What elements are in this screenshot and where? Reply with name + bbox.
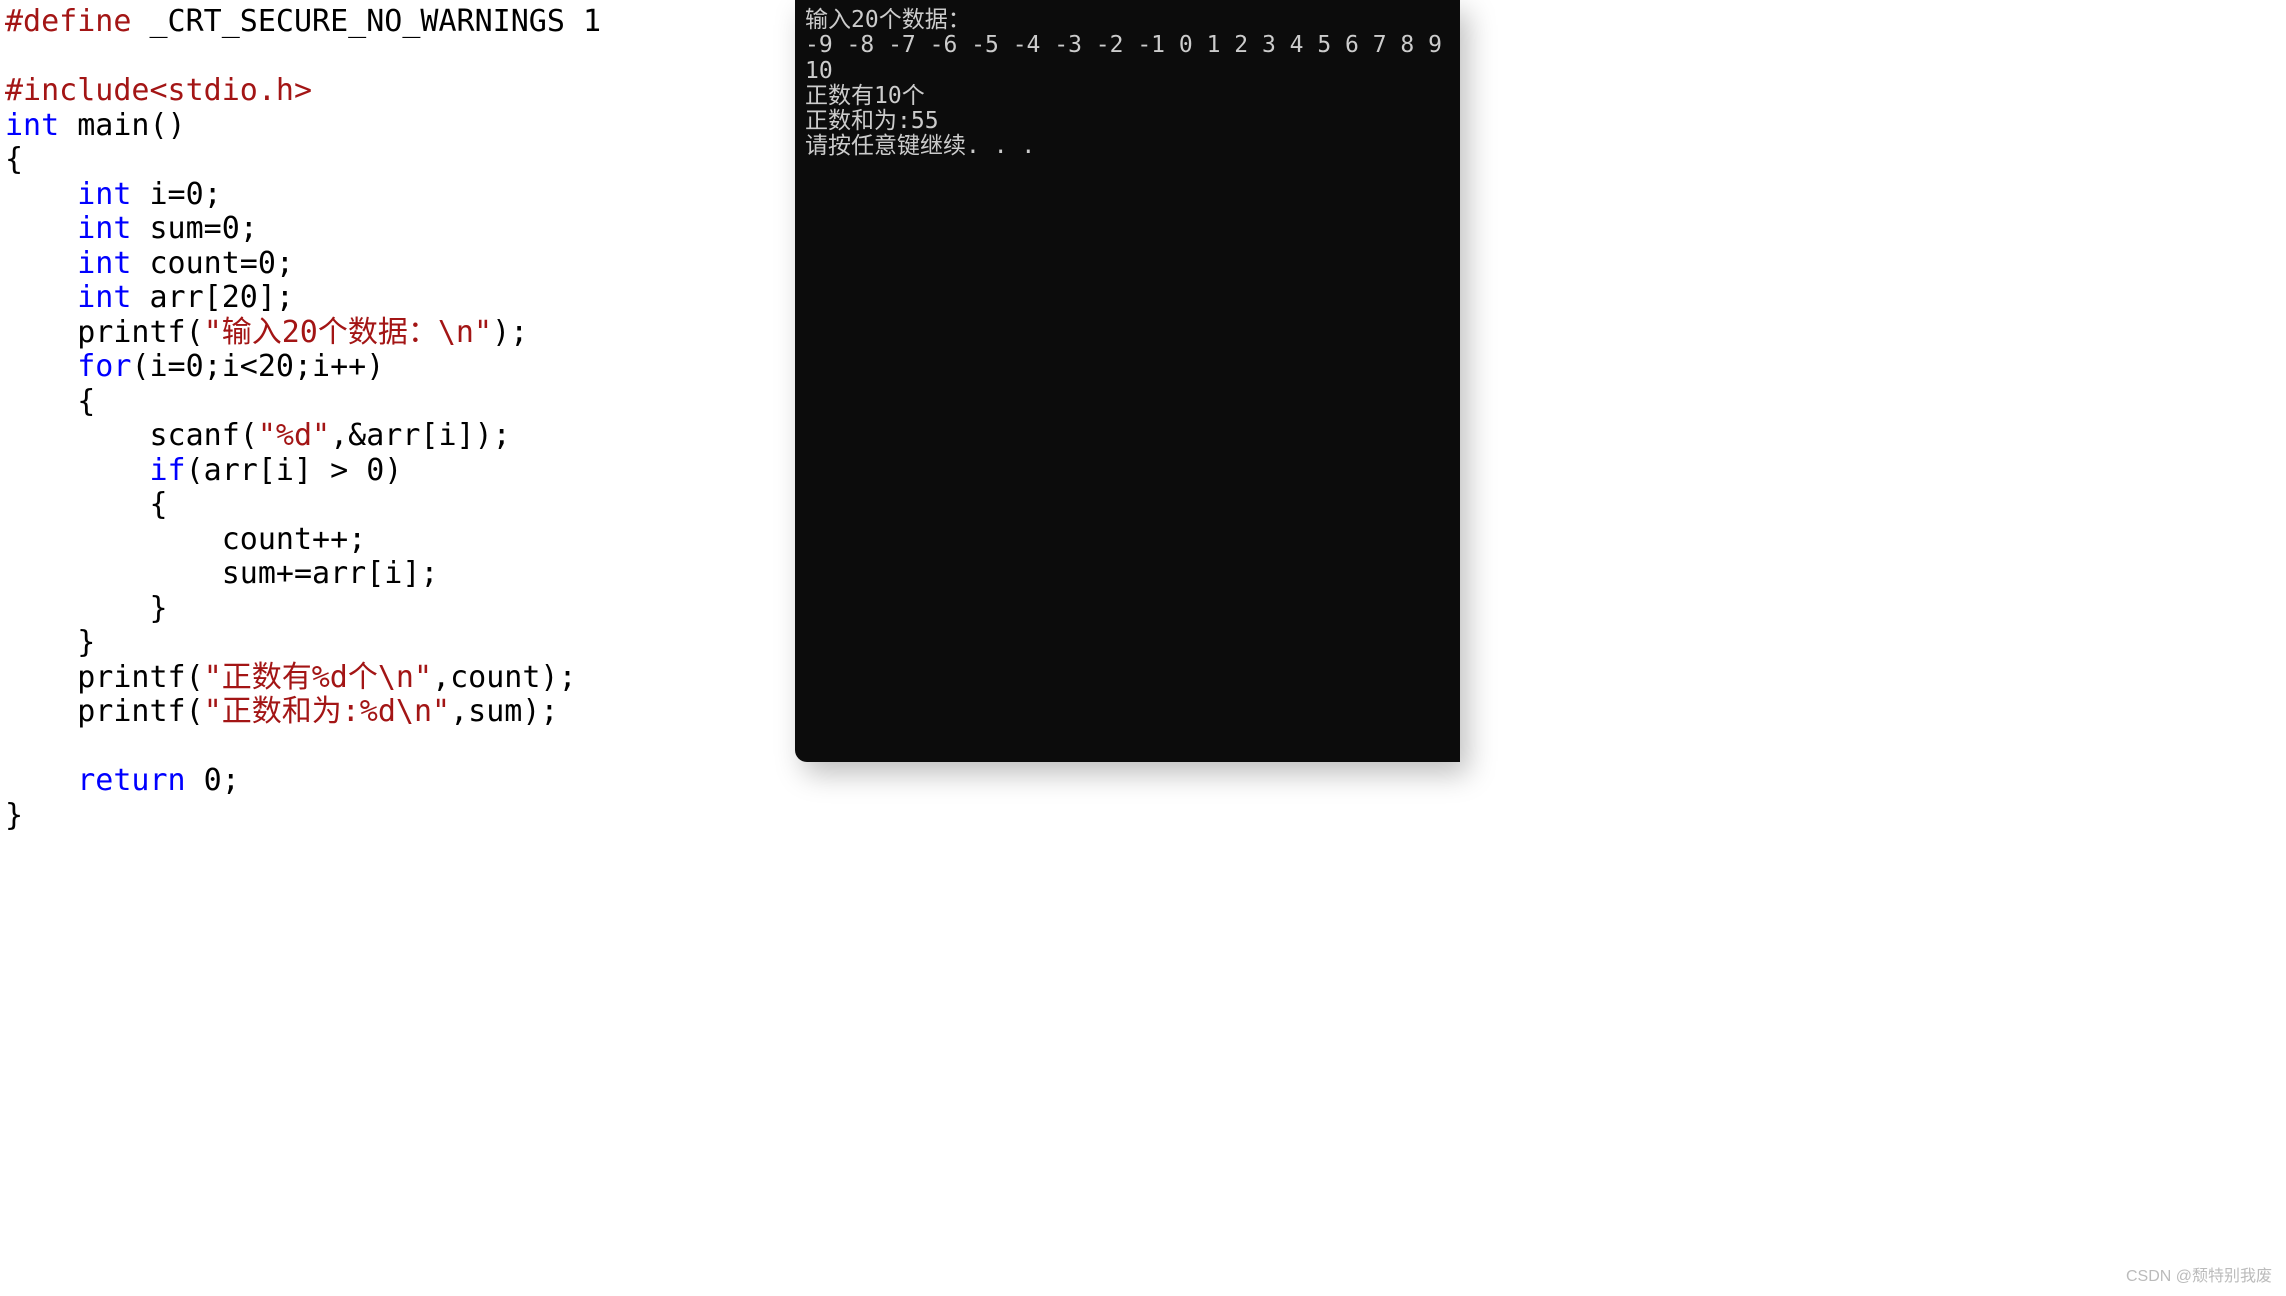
- terminal-line-continue: 请按任意键继续. . .: [805, 133, 1035, 159]
- scanf-call: scanf(: [5, 418, 258, 453]
- printf-call: printf(: [5, 694, 204, 729]
- keyword-if: if: [5, 453, 186, 488]
- keyword-int: int: [5, 246, 131, 281]
- brace-close: }: [5, 798, 23, 833]
- printf-end: ,sum);: [450, 694, 558, 729]
- var-i: i=0;: [131, 177, 221, 212]
- brace-close: }: [5, 591, 168, 626]
- define-value: _CRT_SECURE_NO_WARNINGS 1: [131, 4, 601, 39]
- main-decl: main(): [59, 108, 185, 143]
- var-count: count=0;: [131, 246, 294, 281]
- var-arr: arr[20];: [131, 280, 294, 315]
- watermark-text: CSDN @颓特别我废: [2126, 1262, 2272, 1286]
- if-cond: (arr[i] > 0): [186, 453, 403, 488]
- terminal-line-input: -9 -8 -7 -6 -5 -4 -3 -2 -1 0 1 2 3 4 5 6…: [805, 32, 1456, 83]
- string-literal-sum: "正数和为:%d\n": [204, 694, 450, 729]
- brace-close: }: [5, 625, 95, 660]
- terminal-output[interactable]: 输入20个数据： -9 -8 -7 -6 -5 -4 -3 -2 -1 0 1 …: [795, 0, 1460, 762]
- brace-open: {: [5, 384, 95, 419]
- keyword-int: int: [5, 177, 131, 212]
- keyword-int: int: [5, 108, 59, 143]
- stmt-count: count++;: [5, 522, 366, 557]
- return-val: 0;: [186, 763, 240, 798]
- scanf-args: ,&arr[i]);: [330, 418, 511, 453]
- terminal-line-sum: 正数和为:55: [805, 108, 939, 134]
- brace-open: {: [5, 487, 168, 522]
- for-cond: (i=0;i<20;i++): [131, 349, 384, 384]
- printf-end: );: [492, 315, 528, 350]
- terminal-line-prompt: 输入20个数据：: [805, 7, 971, 33]
- string-literal-prompt: "输入20个数据：\n": [204, 315, 492, 350]
- keyword-int: int: [5, 280, 131, 315]
- preprocessor-define: #define: [5, 4, 131, 39]
- printf-call: printf(: [5, 315, 204, 350]
- string-literal-count: "正数有%d个\n": [204, 660, 432, 695]
- printf-call: printf(: [5, 660, 204, 695]
- include-header: <stdio.h>: [150, 73, 313, 108]
- keyword-return: return: [5, 763, 186, 798]
- printf-end: ,count);: [432, 660, 577, 695]
- var-sum: sum=0;: [131, 211, 257, 246]
- brace-open: {: [5, 142, 23, 177]
- stmt-sum: sum+=arr[i];: [5, 556, 438, 591]
- string-literal-fmt: "%d": [258, 418, 330, 453]
- keyword-for: for: [5, 349, 131, 384]
- terminal-line-count: 正数有10个: [805, 83, 925, 109]
- code-editor[interactable]: #define _CRT_SECURE_NO_WARNINGS 1 #inclu…: [0, 0, 790, 1296]
- keyword-int: int: [5, 211, 131, 246]
- preprocessor-include: #include: [5, 73, 150, 108]
